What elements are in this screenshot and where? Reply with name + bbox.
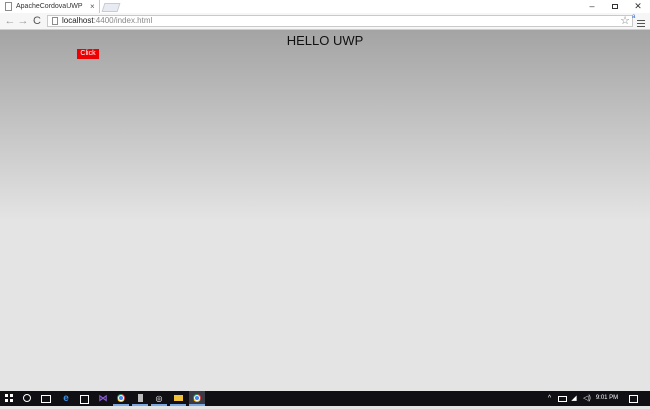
tab-title: ApacheCordovaUWP (16, 3, 83, 10)
windows-logo-icon (5, 394, 13, 402)
title-bar: ApacheCordovaUWP × – ✕ (0, 0, 650, 13)
edge-taskbar-icon[interactable]: e (58, 391, 74, 406)
store-bag-icon (79, 395, 89, 404)
start-button[interactable] (1, 391, 17, 406)
url-path: :4400/index.html (93, 16, 153, 25)
chrome-icon (117, 394, 125, 402)
task-view-button[interactable] (38, 391, 54, 406)
volume-icon[interactable]: ◁) (582, 391, 592, 406)
page-heading: HELLO UWP (286, 33, 364, 48)
menu-icon[interactable] (637, 20, 645, 27)
url-text[interactable]: localhost:4400/index.html (62, 16, 152, 26)
restore-icon (612, 4, 618, 9)
click-button[interactable]: Click (77, 49, 99, 59)
file-explorer-taskbar-icon[interactable] (170, 391, 186, 406)
show-hidden-icons-button[interactable]: ^ (545, 391, 554, 406)
extension-icon[interactable]: a (632, 14, 635, 20)
address-bar[interactable]: localhost:4400/index.html (47, 15, 633, 27)
browser-tab[interactable]: ApacheCordovaUWP × (0, 0, 100, 13)
close-window-button[interactable]: ✕ (626, 0, 650, 13)
page-icon (52, 17, 58, 25)
battery-icon[interactable] (557, 391, 567, 406)
close-tab-icon[interactable]: × (90, 1, 95, 12)
forward-button[interactable]: → (16, 14, 30, 28)
browser-toolbar: ← → C localhost:4400/index.html (0, 13, 650, 30)
task-view-icon (41, 395, 51, 403)
bookmark-star-icon[interactable]: ☆ (619, 13, 631, 30)
cortana-button[interactable] (19, 391, 35, 406)
steam-taskbar-icon[interactable]: ◎ (151, 391, 167, 406)
page-viewport: HELLO UWP Click (0, 30, 650, 391)
cortana-icon (23, 394, 31, 402)
taskbar: e ⋈ ◎ ^ ◢ ◁) 9:01 PM (0, 391, 650, 406)
visual-studio-taskbar-icon[interactable]: ⋈ (95, 391, 111, 406)
clock[interactable]: 9:01 PM (594, 391, 620, 406)
restore-button[interactable] (603, 0, 627, 13)
store-taskbar-icon[interactable] (76, 391, 92, 406)
document-icon (137, 394, 143, 402)
file-taskbar-icon[interactable] (132, 391, 148, 406)
minimize-button[interactable]: – (580, 0, 604, 13)
network-icon[interactable]: ◢ (569, 391, 579, 406)
url-host: localhost (62, 16, 94, 25)
page-icon (5, 2, 12, 11)
chrome-icon (193, 394, 201, 402)
reload-button[interactable]: C (30, 14, 44, 28)
action-center-icon[interactable] (627, 391, 639, 406)
back-button[interactable]: ← (3, 14, 17, 28)
folder-icon (173, 395, 183, 401)
chrome-taskbar-icon[interactable] (113, 391, 129, 406)
new-tab-button[interactable] (101, 3, 121, 12)
chrome-active-taskbar-icon[interactable] (189, 391, 205, 406)
